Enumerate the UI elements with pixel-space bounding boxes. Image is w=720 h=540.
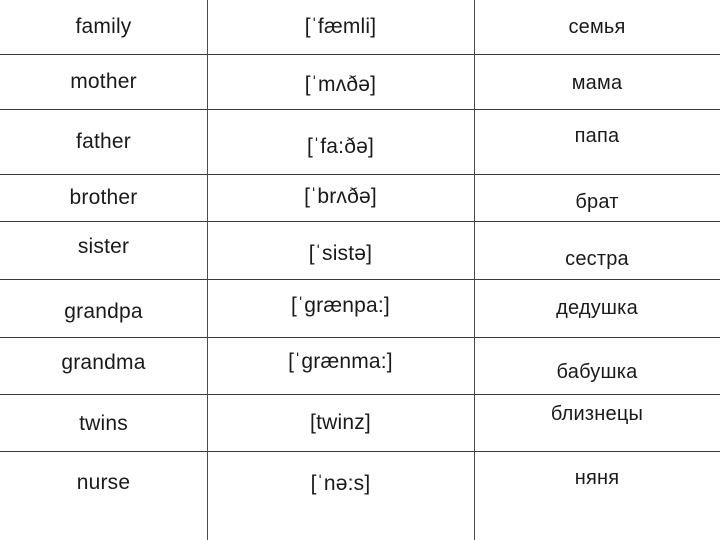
english-word-cell: grandpa bbox=[0, 280, 207, 337]
russian-translation-cell-text: сестра bbox=[565, 247, 629, 270]
transcription-cell: [ˈmʌðə] bbox=[207, 55, 474, 109]
table-row: mother [ˈmʌðə] мама bbox=[0, 55, 720, 110]
transcription-cell-text: [ˈnə:s] bbox=[310, 472, 371, 496]
russian-translation-cell: семья bbox=[474, 0, 720, 54]
table-row: father [ˈfa:ðə] папа bbox=[0, 110, 720, 175]
english-word-cell: family bbox=[0, 0, 207, 54]
english-word-cell-text: sister bbox=[77, 234, 130, 258]
russian-translation-cell-text: мама bbox=[571, 72, 623, 94]
transcription-cell: [twinz] bbox=[207, 395, 474, 451]
table-row: brother [ˈbrʌðə] брат bbox=[0, 175, 720, 222]
english-word-cell-text: family bbox=[75, 15, 132, 39]
english-word-cell: nurse bbox=[0, 452, 207, 540]
transcription-cell: [ˈgrænpa:] bbox=[207, 280, 474, 337]
english-word-cell: father bbox=[0, 110, 207, 174]
english-word-cell: mother bbox=[0, 55, 207, 109]
russian-translation-cell-text: бабушка bbox=[556, 361, 638, 383]
transcription-cell: [ˈbrʌðə] bbox=[207, 175, 474, 221]
russian-translation-cell-text: семья bbox=[568, 16, 626, 38]
transcription-cell-text: [ˈfæmli] bbox=[304, 15, 377, 39]
english-word-cell-text: grandma bbox=[61, 351, 146, 375]
russian-translation-cell: мама bbox=[474, 55, 720, 109]
transcription-cell-text: [ˈfa:ðə] bbox=[307, 135, 374, 159]
english-word-cell: sister bbox=[0, 222, 207, 279]
russian-translation-cell-text: брат bbox=[575, 191, 619, 213]
russian-translation-cell: близнецы bbox=[474, 395, 720, 451]
table-row: nurse [ˈnə:s] няня bbox=[0, 452, 720, 540]
english-word-cell-text: mother bbox=[70, 70, 137, 94]
russian-translation-cell-text: дедушка bbox=[556, 296, 638, 319]
transcription-cell-text: [ˈgrænma:] bbox=[288, 350, 393, 374]
russian-translation-cell: брат bbox=[474, 175, 720, 221]
english-word-cell-text: grandpa bbox=[64, 299, 143, 323]
transcription-cell: [ˈfa:ðə] bbox=[207, 110, 474, 174]
table-row: family [ˈfæmli] семья bbox=[0, 0, 720, 55]
table-body: family [ˈfæmli] семья mother [ˈmʌðə] мама fath… bbox=[0, 0, 720, 540]
russian-translation-cell: няня bbox=[474, 452, 720, 540]
english-word-cell-text: father bbox=[76, 130, 131, 154]
transcription-cell-text: [ˈgrænpa:] bbox=[291, 293, 390, 317]
english-word-cell: twins bbox=[0, 395, 207, 451]
transcription-cell-text: [ˈbrʌðə] bbox=[304, 185, 377, 209]
vocabulary-table: family [ˈfæmli] семья mother [ˈmʌðə] мама fath… bbox=[0, 0, 720, 540]
russian-translation-cell: сестра bbox=[474, 222, 720, 279]
transcription-cell: [ˈfæmli] bbox=[207, 0, 474, 54]
transcription-cell: [ˈgrænma:] bbox=[207, 338, 474, 394]
transcription-cell-text: [twinz] bbox=[310, 411, 371, 435]
table-row: grandpa [ˈgrænpa:] дедушка bbox=[0, 280, 720, 338]
russian-translation-cell-text: няня bbox=[574, 467, 620, 489]
transcription-cell: [ˈsistə] bbox=[207, 222, 474, 279]
column-divider-1 bbox=[207, 0, 208, 540]
table-row: twins [twinz] близнецы bbox=[0, 395, 720, 452]
russian-translation-cell-text: папа bbox=[574, 125, 620, 147]
transcription-cell: [ˈnə:s] bbox=[207, 452, 474, 540]
russian-translation-cell: бабушка bbox=[474, 338, 720, 394]
transcription-cell-text: [ˈmʌðə] bbox=[304, 73, 377, 97]
english-word-cell-text: twins bbox=[79, 412, 128, 436]
transcription-cell-text: [ˈsistə] bbox=[308, 241, 373, 265]
russian-translation-cell: папа bbox=[474, 110, 720, 174]
english-word-cell-text: brother bbox=[69, 186, 138, 210]
english-word-cell: grandma bbox=[0, 338, 207, 394]
english-word-cell-text: nurse bbox=[76, 471, 131, 495]
english-word-cell: brother bbox=[0, 175, 207, 221]
table-row: sister [ˈsistə] сестра bbox=[0, 222, 720, 280]
russian-translation-cell-text: близнецы bbox=[550, 403, 644, 425]
column-divider-2 bbox=[474, 0, 475, 540]
russian-translation-cell: дедушка bbox=[474, 280, 720, 337]
table-row: grandma [ˈgrænma:] бабушка bbox=[0, 338, 720, 395]
